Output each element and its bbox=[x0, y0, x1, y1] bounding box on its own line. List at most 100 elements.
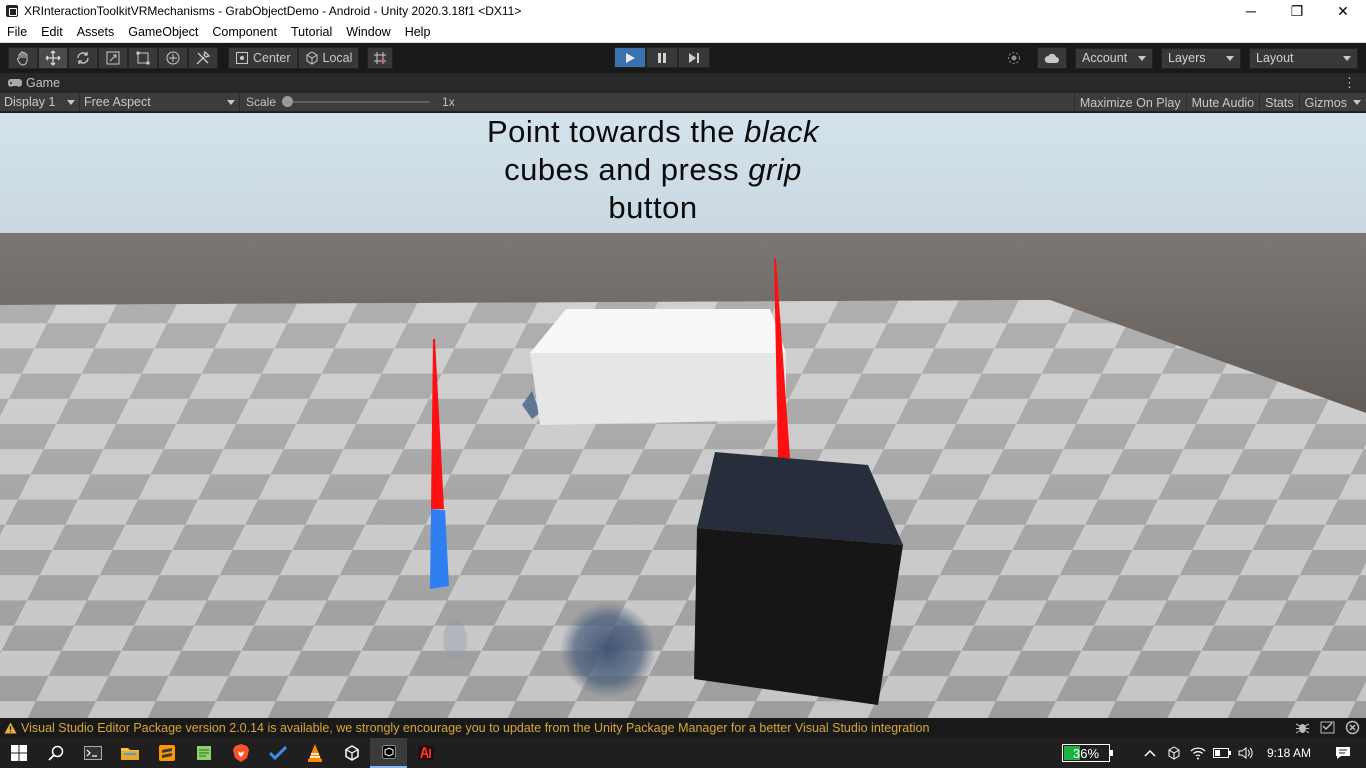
windows-start-icon[interactable] bbox=[0, 738, 37, 768]
layers-dropdown[interactable]: Layers bbox=[1161, 47, 1241, 69]
instruction-text: Point towards the black cubes and press … bbox=[453, 113, 853, 227]
pivot-mode-button[interactable]: Center bbox=[228, 47, 298, 69]
transform-tool-icon[interactable] bbox=[158, 47, 188, 69]
game-view-controls: Display 1 Free Aspect Scale 1x Maximize … bbox=[0, 92, 1366, 112]
progress-spinner-icon[interactable] bbox=[1345, 720, 1360, 735]
main-toolbar: Center Local Account Layers Layout bbox=[0, 43, 1366, 73]
step-button[interactable] bbox=[678, 47, 710, 68]
tab-game-label: Game bbox=[26, 76, 61, 90]
instruction-emphasis-black: black bbox=[744, 114, 819, 149]
chevron-down-icon bbox=[227, 99, 235, 105]
sublime-text-icon[interactable] bbox=[148, 738, 185, 768]
brave-browser-icon[interactable] bbox=[222, 738, 259, 768]
maximize-button[interactable]: ❐ bbox=[1274, 0, 1320, 22]
window-title-bar: XRInteractionToolkitVRMechanisms - GrabO… bbox=[0, 0, 1366, 22]
menu-component[interactable]: Component bbox=[205, 25, 284, 39]
battery-tray-icon[interactable] bbox=[1210, 748, 1234, 758]
instruction-emphasis-grip: grip bbox=[748, 152, 802, 187]
grid-snap-icon[interactable] bbox=[367, 47, 394, 69]
wifi-icon[interactable] bbox=[1186, 746, 1210, 760]
maximize-on-play-toggle[interactable]: Maximize On Play bbox=[1073, 93, 1186, 112]
notepad-icon[interactable] bbox=[185, 738, 222, 768]
menu-gameobject[interactable]: GameObject bbox=[121, 25, 205, 39]
chevron-up-icon[interactable] bbox=[1138, 749, 1162, 757]
black-cube bbox=[694, 452, 903, 705]
instruction-line1: Point towards the bbox=[486, 114, 745, 149]
pivot-tools: Center Local bbox=[228, 47, 360, 69]
tab-game[interactable]: Game bbox=[0, 76, 60, 90]
acrobat-icon[interactable] bbox=[407, 738, 444, 768]
menu-help[interactable]: Help bbox=[398, 25, 438, 39]
display-label: Display 1 bbox=[4, 95, 56, 109]
mute-audio-toggle[interactable]: Mute Audio bbox=[1185, 93, 1260, 112]
stats-toggle[interactable]: Stats bbox=[1259, 93, 1299, 112]
terminal-icon[interactable] bbox=[74, 738, 111, 768]
debug-bug-icon[interactable] bbox=[1295, 720, 1310, 735]
play-button[interactable] bbox=[614, 47, 646, 68]
collab-icon[interactable] bbox=[999, 47, 1029, 69]
pivot-space-button[interactable]: Local bbox=[297, 47, 360, 69]
layout-label: Layout bbox=[1256, 51, 1294, 65]
cache-server-icon[interactable] bbox=[1320, 720, 1335, 735]
battery-percent: 36% bbox=[1072, 745, 1100, 761]
gizmos-toggle[interactable]: Gizmos bbox=[1298, 93, 1366, 112]
unity-editor-icon[interactable] bbox=[370, 738, 407, 768]
todo-check-icon[interactable] bbox=[259, 738, 296, 768]
battery-indicator[interactable]: 36% bbox=[1062, 744, 1113, 762]
menu-edit[interactable]: Edit bbox=[34, 25, 70, 39]
pivot-mode-label: Center bbox=[253, 51, 291, 65]
menu-tutorial[interactable]: Tutorial bbox=[284, 25, 339, 39]
chevron-down-icon bbox=[67, 99, 75, 105]
scale-slider[interactable] bbox=[282, 96, 431, 107]
chevron-down-icon bbox=[1353, 100, 1361, 105]
menu-window[interactable]: Window bbox=[339, 25, 397, 39]
display-dropdown[interactable]: Display 1 bbox=[0, 92, 80, 112]
hand-tool-icon[interactable] bbox=[8, 47, 38, 69]
move-tool-icon[interactable] bbox=[38, 47, 68, 69]
file-explorer-icon[interactable] bbox=[111, 738, 148, 768]
menu-bar: File Edit Assets GameObject Component Tu… bbox=[0, 22, 1366, 43]
ball-shadow bbox=[560, 602, 656, 698]
account-dropdown[interactable]: Account bbox=[1075, 47, 1153, 69]
rotate-tool-icon[interactable] bbox=[68, 47, 98, 69]
unity-hub-icon[interactable] bbox=[333, 738, 370, 768]
warning-icon bbox=[4, 722, 17, 734]
status-bar-icons bbox=[1295, 720, 1360, 735]
clock[interactable]: 9:18 AM bbox=[1258, 746, 1320, 760]
unity-tray-icon[interactable] bbox=[1162, 746, 1186, 760]
status-message: Visual Studio Editor Package version 2.0… bbox=[21, 721, 930, 735]
scale-value: 1x bbox=[442, 95, 455, 109]
chevron-down-icon bbox=[1226, 55, 1234, 61]
minimize-button[interactable]: ─ bbox=[1228, 0, 1274, 22]
console-warning-message[interactable]: Visual Studio Editor Package version 2.0… bbox=[0, 721, 929, 735]
close-button[interactable]: ✕ bbox=[1320, 0, 1366, 22]
scale-tool-icon[interactable] bbox=[98, 47, 128, 69]
chevron-down-icon bbox=[1138, 55, 1146, 61]
aspect-dropdown[interactable]: Free Aspect bbox=[80, 92, 240, 112]
layout-dropdown[interactable]: Layout bbox=[1249, 47, 1358, 69]
scale-control: Scale 1x bbox=[240, 95, 455, 109]
vlc-icon[interactable] bbox=[296, 738, 333, 768]
game-viewport[interactable]: Point towards the black cubes and press … bbox=[0, 113, 1366, 718]
step-icon bbox=[689, 52, 699, 63]
toolbar-right: Account Layers Layout bbox=[999, 47, 1358, 69]
pause-button[interactable] bbox=[646, 47, 678, 68]
transform-tools bbox=[8, 47, 218, 69]
volume-icon[interactable] bbox=[1234, 746, 1258, 760]
snap-tools bbox=[367, 47, 394, 69]
pivot-space-label: Local bbox=[322, 51, 353, 65]
rect-tool-icon[interactable] bbox=[128, 47, 158, 69]
scale-slider-knob[interactable] bbox=[282, 96, 294, 107]
search-icon[interactable] bbox=[37, 738, 74, 768]
aspect-label: Free Aspect bbox=[84, 95, 151, 109]
more-options-icon[interactable]: ⋮ bbox=[1343, 75, 1356, 91]
notification-center-icon[interactable] bbox=[1320, 746, 1366, 760]
gizmos-label: Gizmos bbox=[1304, 95, 1347, 110]
cloud-icon[interactable] bbox=[1037, 47, 1067, 69]
controller-shadow bbox=[443, 620, 467, 660]
menu-assets[interactable]: Assets bbox=[70, 25, 122, 39]
instruction-line3: button bbox=[608, 190, 698, 225]
custom-tool-icon[interactable] bbox=[188, 47, 218, 69]
menu-file[interactable]: File bbox=[0, 25, 34, 39]
play-icon bbox=[626, 52, 635, 63]
